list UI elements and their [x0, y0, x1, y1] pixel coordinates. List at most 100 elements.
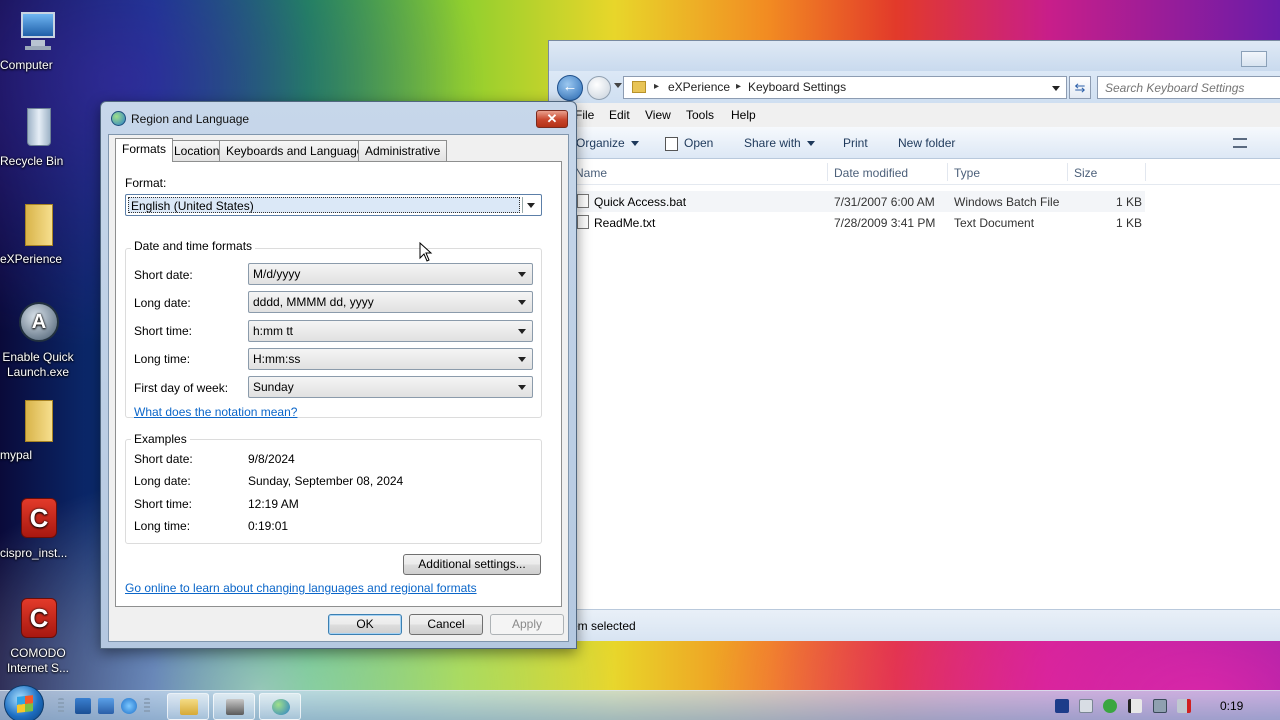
- format-select[interactable]: English (United States): [125, 194, 542, 216]
- app-logo-icon: A: [15, 300, 61, 346]
- explorer-window: ← ▸ eXPerience ▸ Keyboard Settings ⇆ Fil…: [548, 40, 1280, 641]
- share-with-button[interactable]: Share with: [744, 136, 815, 150]
- desktop-icon-mypal[interactable]: mypal: [0, 398, 76, 462]
- chevron-down-icon: [630, 141, 639, 147]
- example-long-time-label: Long time:: [134, 519, 191, 533]
- chevron-right-icon[interactable]: ▸: [736, 81, 741, 92]
- tab-keyboards-languages[interactable]: Keyboards and Languages: [219, 140, 377, 161]
- chevron-down-icon: [518, 385, 526, 390]
- taskbar-region-language-button[interactable]: [259, 693, 301, 720]
- view-options-icon[interactable]: [1233, 138, 1247, 148]
- example-long-date-label: Long date:: [134, 474, 191, 488]
- short-date-select[interactable]: M/d/yyyy: [248, 263, 533, 285]
- command-bar: Organize Open Share with Print New folde…: [549, 127, 1280, 159]
- desktop-icon-label: cispro_inst...: [0, 546, 68, 560]
- shield-check-icon[interactable]: [1103, 699, 1117, 713]
- apply-button[interactable]: Apply: [490, 614, 564, 635]
- tab-location[interactable]: Location: [167, 140, 227, 161]
- short-time-select[interactable]: h:mm tt: [248, 320, 533, 342]
- open-button[interactable]: Open: [665, 136, 713, 151]
- taskbar-grip[interactable]: [144, 698, 150, 714]
- column-name[interactable]: Name: [575, 166, 607, 180]
- tab-administrative[interactable]: Administrative: [358, 140, 448, 161]
- cancel-button[interactable]: Cancel: [409, 614, 483, 635]
- taskbar-clock[interactable]: 0:19: [1220, 699, 1243, 713]
- file-size: 1 KB: [1116, 195, 1143, 209]
- taskbar-grip[interactable]: [58, 698, 64, 714]
- region-language-dialog: Region and Language ✕ Formats Location K…: [100, 101, 577, 649]
- flag-icon[interactable]: [1128, 699, 1142, 713]
- long-time-select[interactable]: H:mm:ss: [248, 348, 533, 370]
- desktop-icon-computer[interactable]: Computer: [0, 8, 76, 72]
- recent-pages-dropdown[interactable]: [614, 83, 622, 88]
- menu-tools[interactable]: Tools: [686, 108, 714, 122]
- desktop-icon-recycle-bin[interactable]: Recycle Bin: [0, 104, 76, 168]
- comodo-icon: C: [15, 496, 61, 542]
- computer-icon: [15, 8, 61, 54]
- chevron-right-icon[interactable]: ▸: [654, 81, 659, 92]
- format-value: English (United States): [128, 197, 520, 213]
- short-time-value: h:mm tt: [253, 324, 294, 338]
- forward-arrow-icon[interactable]: [587, 76, 611, 100]
- short-date-label: Short date:: [134, 268, 193, 282]
- address-box[interactable]: ▸ eXPerience ▸ Keyboard Settings: [623, 76, 1067, 99]
- globe-icon: [272, 699, 290, 715]
- organize-button[interactable]: Organize: [576, 136, 639, 150]
- breadcrumb-item[interactable]: Keyboard Settings: [748, 80, 846, 94]
- batch-file-icon: [577, 194, 589, 208]
- desktop-icon-cispro[interactable]: C cispro_inst...: [0, 496, 76, 560]
- notation-help-link[interactable]: What does the notation mean?: [134, 405, 297, 419]
- search-box[interactable]: [1097, 76, 1280, 99]
- column-date-modified[interactable]: Date modified: [834, 166, 908, 180]
- file-row[interactable]: ReadMe.txt 7/28/2009 3:41 PM Text Docume…: [573, 212, 1145, 233]
- address-dropdown-icon[interactable]: [1052, 86, 1060, 91]
- close-button[interactable]: ✕: [536, 110, 568, 128]
- long-time-value: H:mm:ss: [253, 352, 301, 366]
- mouse-cursor-icon: [419, 242, 433, 262]
- additional-settings-button[interactable]: Additional settings...: [403, 554, 541, 575]
- file-row[interactable]: Quick Access.bat 7/31/2007 6:00 AM Windo…: [573, 191, 1145, 212]
- network-icon[interactable]: [1153, 699, 1167, 713]
- example-short-date-value: 9/8/2024: [248, 452, 295, 466]
- print-button[interactable]: Print: [843, 136, 868, 150]
- volume-muted-icon[interactable]: [1177, 699, 1191, 713]
- column-size[interactable]: Size: [1074, 166, 1097, 180]
- first-day-of-week-value: Sunday: [253, 380, 294, 394]
- start-button[interactable]: [4, 685, 44, 720]
- refresh-icon[interactable]: ⇆: [1069, 76, 1091, 99]
- file-date: 7/28/2009 3:41 PM: [834, 216, 936, 230]
- online-help-link[interactable]: Go online to learn about changing langua…: [125, 581, 477, 595]
- switch-windows-icon[interactable]: [98, 698, 114, 714]
- internet-explorer-icon[interactable]: [121, 698, 137, 714]
- back-arrow-icon[interactable]: ←: [557, 75, 583, 101]
- desktop-icon-enable-quick-launch[interactable]: A Enable Quick Launch.exe: [0, 300, 76, 379]
- document-tray-icon[interactable]: [1079, 699, 1093, 713]
- menu-edit[interactable]: Edit: [609, 108, 630, 122]
- taskbar-app-button[interactable]: [213, 693, 255, 720]
- menu-view[interactable]: View: [645, 108, 671, 122]
- long-date-label: Long date:: [134, 296, 191, 310]
- long-date-select[interactable]: dddd, MMMM dd, yyyy: [248, 291, 533, 313]
- show-desktop-icon[interactable]: [75, 698, 91, 714]
- example-short-time-value: 12:19 AM: [248, 497, 299, 511]
- status-text: em selected: [571, 619, 636, 633]
- address-bar-area: ← ▸ eXPerience ▸ Keyboard Settings ⇆: [549, 71, 1280, 103]
- taskbar-explorer-button[interactable]: [167, 693, 209, 720]
- tab-formats[interactable]: Formats: [115, 138, 174, 162]
- new-folder-button[interactable]: New folder: [898, 136, 955, 150]
- desktop-icon-label: Recycle Bin: [0, 154, 64, 168]
- file-type: Windows Batch File: [954, 195, 1060, 209]
- minimize-button[interactable]: [1241, 51, 1267, 67]
- folder-icon: [180, 699, 198, 715]
- first-day-of-week-select[interactable]: Sunday: [248, 376, 533, 398]
- chevron-down-icon: [527, 203, 535, 208]
- menu-help[interactable]: Help: [731, 108, 756, 122]
- breadcrumb-item[interactable]: eXPerience: [668, 80, 730, 94]
- desktop-icon-experience[interactable]: eXPerience: [0, 202, 76, 266]
- desktop-icon-comodo[interactable]: C COMODO Internet S...: [0, 596, 76, 675]
- search-input[interactable]: [1098, 77, 1280, 98]
- ok-button[interactable]: OK: [328, 614, 402, 635]
- column-type[interactable]: Type: [954, 166, 980, 180]
- menu-file[interactable]: File: [575, 108, 594, 122]
- language-bar-icon[interactable]: [1055, 699, 1069, 713]
